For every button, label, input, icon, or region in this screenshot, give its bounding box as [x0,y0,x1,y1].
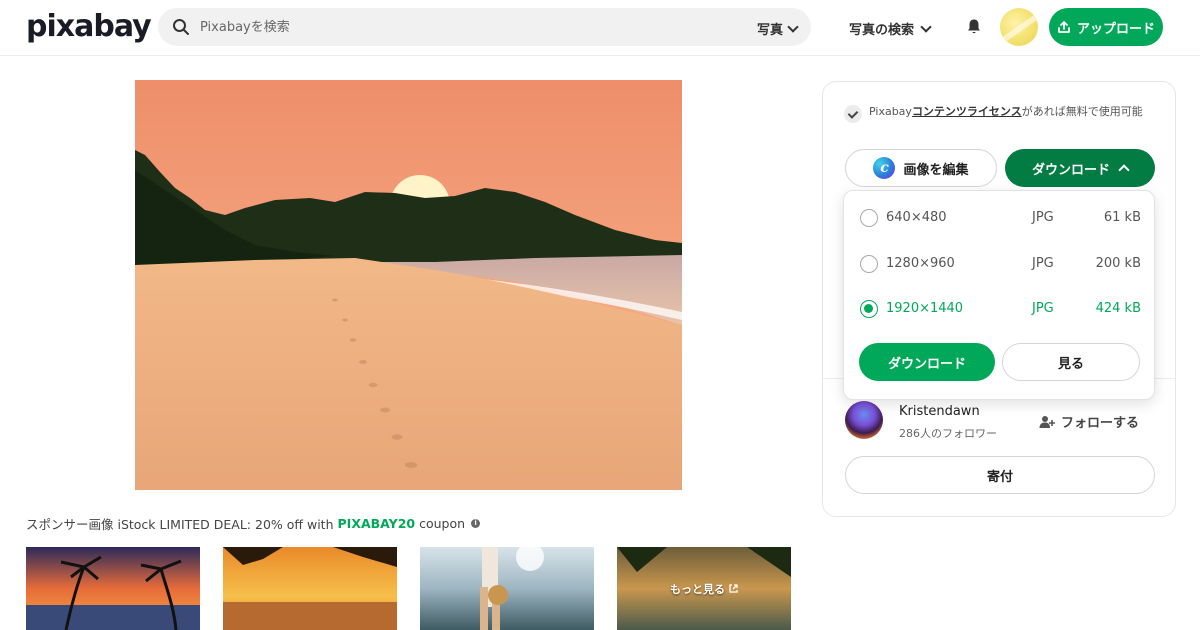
view-label: 見る [1057,356,1084,372]
search-bar[interactable]: 写真 [158,8,811,46]
upload-icon [1058,21,1070,33]
sponsor-coupon-code: PIXABAY20 [337,516,416,531]
chevron-up-icon [1118,164,1130,176]
more-link[interactable]: もっと見る [617,547,791,630]
donate-button[interactable]: 寄付 [845,456,1155,494]
search-type-select[interactable]: 写真 [756,19,799,38]
author-followers: 286人のフォロワー [899,427,997,440]
size-option-1280[interactable]: 1280×960 JPG 200 kB [844,249,1156,279]
external-link-icon [729,584,738,593]
size-option-1920[interactable]: 1920×1440 JPG 424 kB [844,294,1156,324]
explore-photos-label: 写真の検索 [849,23,915,38]
download-toggle-label: ダウンロード [1031,162,1110,178]
chevron-down-icon [787,20,799,33]
sponsored-thumbnail[interactable] [26,547,200,630]
sponsor-prefix: スポンサー画像 iStock LIMITED DEAL: 20% off wit… [26,517,334,532]
add-user-icon [1039,415,1055,428]
donate-label: 寄付 [986,469,1013,485]
user-avatar[interactable] [1000,8,1038,46]
search-icon [173,19,189,35]
radio-button[interactable] [860,255,878,273]
edit-image-label: 画像を編集 [903,162,969,178]
license-notice: Pixabayコンテンツライセンスがあれば無料で使用可能 [844,104,1165,123]
option-resolution: 640×480 [886,210,947,225]
canva-icon: c [873,157,896,179]
download-size-dropdown: 640×480 JPG 61 kB 1280×960 JPG 200 kB 19… [843,190,1155,400]
option-format: JPG [1032,210,1054,225]
upload-label: アップロード [1076,21,1155,37]
option-resolution: 1280×960 [886,256,955,271]
sponsored-thumbnail[interactable] [223,547,397,630]
bell-icon[interactable] [966,18,982,36]
option-size: 61 kB [1103,210,1141,225]
explore-photos-menu[interactable]: 写真の検索 [849,19,932,38]
license-link[interactable]: コンテンツライセンス [912,105,1022,118]
option-size: 424 kB [1095,301,1141,316]
option-format: JPG [1032,301,1054,316]
sponsored-thumbnail[interactable] [420,547,594,630]
more-label: もっと見る [670,582,725,596]
search-type-label: 写真 [756,23,783,38]
option-resolution: 1920×1440 [886,301,964,316]
radio-button-selected[interactable] [860,300,878,318]
license-suffix: があれば無料で使用可能 [1021,105,1143,118]
size-option-640[interactable]: 640×480 JPG 61 kB [844,203,1156,233]
option-format: JPG [1032,256,1054,271]
option-size: 200 kB [1095,256,1141,271]
info-icon[interactable]: i [471,519,481,528]
edit-image-button[interactable]: c 画像を編集 [845,149,997,187]
follow-button[interactable]: フォローする [1039,412,1139,431]
download-toggle-button[interactable]: ダウンロード [1005,149,1155,187]
top-header: pixabay 写真 写真の検索 アップロード [0,0,1200,56]
search-input[interactable] [200,8,720,46]
view-button[interactable]: 見る [1002,343,1140,381]
follow-label: フォローする [1061,416,1140,431]
download-label: ダウンロード [887,356,966,372]
sponsor-line: スポンサー画像 iStock LIMITED DEAL: 20% off wit… [26,514,481,533]
chevron-down-icon [920,20,932,33]
download-button[interactable]: ダウンロード [859,343,995,381]
pixabay-logo[interactable]: pixabay [26,9,152,44]
radio-button[interactable] [860,209,878,227]
upload-button[interactable]: アップロード [1049,8,1163,46]
author-avatar[interactable] [845,401,883,439]
sponsor-suffix: coupon [419,516,466,531]
main-photo[interactable] [135,80,682,490]
check-icon [844,105,862,123]
author-name[interactable]: Kristendawn [899,404,980,419]
license-prefix: Pixabay [869,105,912,118]
